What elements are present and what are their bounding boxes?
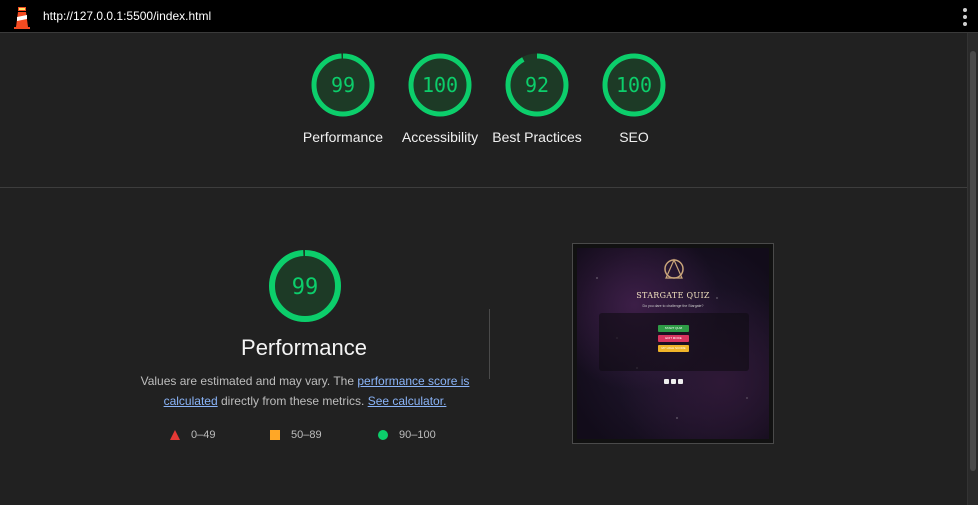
legend-range: 90–100	[399, 429, 436, 441]
gauge-ring: 99	[311, 53, 375, 117]
lighthouse-icon	[14, 7, 30, 29]
gauge-label: SEO	[619, 129, 649, 145]
desc-text: directly from these metrics.	[217, 394, 368, 408]
gauge-label: Accessibility	[401, 129, 479, 145]
performance-description: Values are estimated and may vary. The p…	[140, 371, 470, 411]
see-calculator-link[interactable]: See calculator.	[368, 394, 447, 408]
instagram-icon	[671, 379, 676, 384]
facebook-icon	[664, 379, 669, 384]
gauge-ring: 92	[505, 53, 569, 117]
performance-title: Performance	[241, 335, 367, 360]
url-text[interactable]: http://127.0.0.1:5500/index.html	[43, 9, 211, 23]
screenshot-content: STARGATE QUIZ Do you dare to challenge t…	[577, 248, 769, 439]
pass-circle-icon	[378, 430, 388, 440]
screenshot-card	[599, 313, 749, 371]
vertical-divider	[489, 309, 490, 379]
scrollbar-thumb[interactable]	[970, 51, 976, 471]
gauge-score: 100	[616, 73, 652, 97]
legend-fail: 0–49	[170, 429, 215, 441]
average-square-icon	[270, 430, 280, 440]
final-screenshot[interactable]: STARGATE QUIZ Do you dare to challenge t…	[572, 243, 774, 444]
start-quiz-button: START QUIZ	[658, 325, 689, 332]
performance-score: 99	[292, 275, 319, 300]
legend-pass: 90–100	[378, 429, 436, 441]
stargate-logo-icon	[664, 258, 684, 279]
gauge-score: 99	[331, 73, 355, 97]
gauge-label: Best Practices	[492, 129, 582, 145]
gauge-ring: 100	[602, 53, 666, 117]
browser-toolbar: http://127.0.0.1:5500/index.html	[0, 0, 978, 33]
twitter-icon	[678, 379, 683, 384]
score-gauge-performance[interactable]: 99 Performance	[295, 51, 391, 147]
screenshot-title: STARGATE QUIZ	[636, 291, 710, 300]
gauge-score: 92	[525, 73, 549, 97]
high-score-button: MY HIGH SCORE	[658, 345, 689, 352]
score-gauge-accessibility[interactable]: 100 Accessibility	[392, 51, 488, 147]
legend-average: 50–89	[270, 429, 322, 441]
desc-text: Values are estimated and may vary. The	[140, 374, 358, 388]
kebab-menu-icon[interactable]	[961, 8, 969, 26]
scrollbar[interactable]	[967, 33, 978, 505]
edit-mode-button: EDIT MODE	[658, 335, 689, 342]
gauge-ring: 100	[408, 53, 472, 117]
section-divider	[0, 187, 967, 188]
legend-range: 50–89	[291, 429, 322, 441]
gauge-label: Performance	[302, 129, 384, 145]
score-gauge-best-practices[interactable]: 92 Best Practices	[489, 51, 585, 147]
fail-triangle-icon	[170, 430, 180, 440]
legend-range: 0–49	[191, 429, 216, 441]
gauge-score: 100	[422, 73, 458, 97]
performance-gauge: 99	[269, 250, 341, 322]
score-gauge-seo[interactable]: 100 SEO	[586, 51, 682, 147]
screenshot-subtitle: Do you dare to challenge the Stargate?	[642, 304, 704, 308]
